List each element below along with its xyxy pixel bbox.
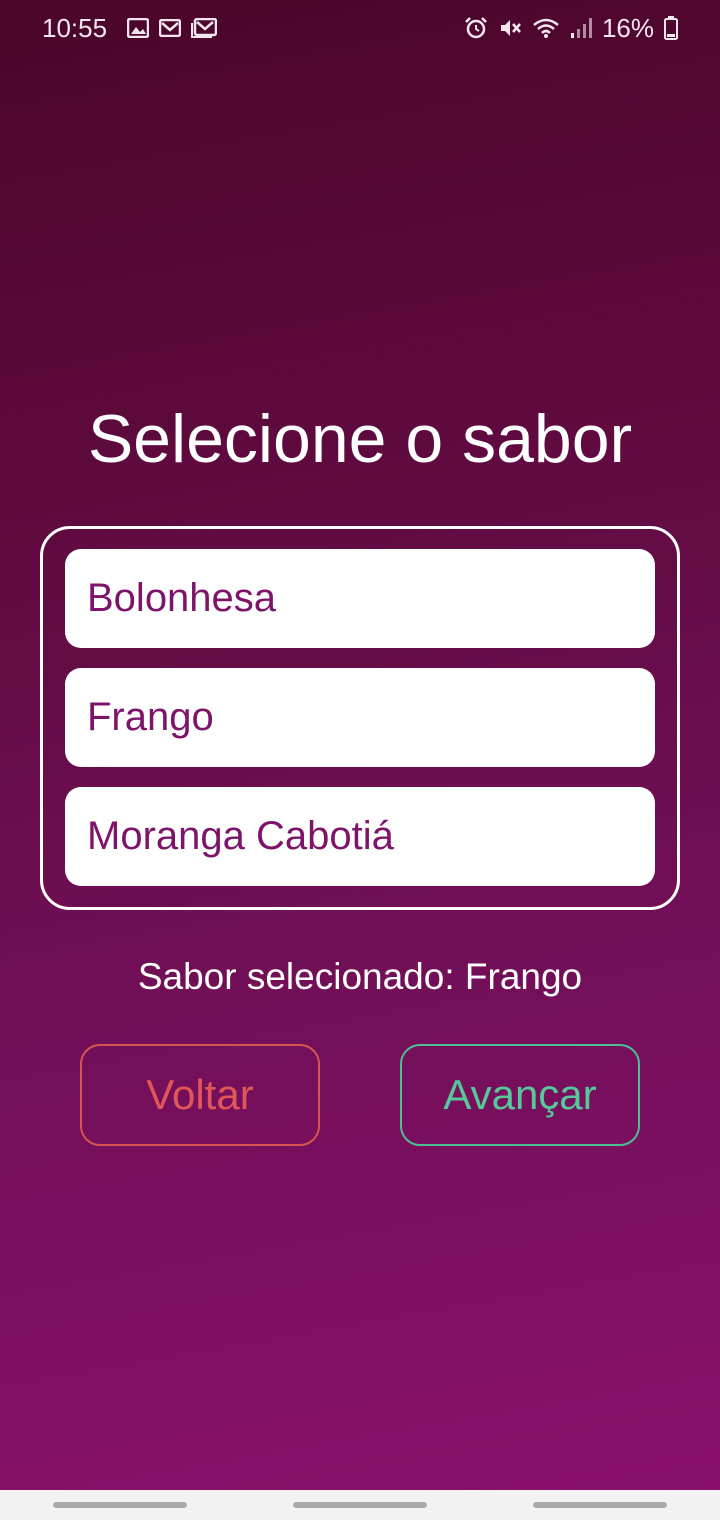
status-right: 16% <box>464 13 678 44</box>
back-button[interactable]: Voltar <box>80 1044 320 1146</box>
nav-back-button[interactable] <box>533 1502 667 1508</box>
battery-percent: 16% <box>601 12 654 43</box>
selected-flavor-label: Sabor selecionado: Frango <box>137 956 583 997</box>
alarm-icon <box>464 16 488 40</box>
page-title: Selecione o sabor <box>87 401 633 477</box>
signal-icon <box>570 17 592 39</box>
status-bar: 10:55 16% <box>0 0 720 56</box>
wifi-icon <box>532 17 560 39</box>
gmail-icon <box>191 18 218 38</box>
nav-recents-button[interactable] <box>53 1502 187 1508</box>
next-button[interactable]: Avançar <box>400 1044 640 1146</box>
status-left: 10:55 <box>42 12 218 44</box>
battery-icon <box>664 16 678 40</box>
option-frango[interactable]: Frango <box>65 668 655 767</box>
nav-home-button[interactable] <box>293 1502 427 1508</box>
image-icon <box>127 18 150 38</box>
mute-icon <box>498 16 522 40</box>
option-bolonhesa[interactable]: Bolonhesa <box>65 549 655 648</box>
option-moranga-cabotia[interactable]: Moranga Cabotiá <box>65 787 655 886</box>
status-time: 10:55 <box>42 12 108 43</box>
system-nav-bar <box>0 1490 720 1520</box>
flavor-options-list: Bolonhesa Frango Moranga Cabotiá <box>40 526 680 910</box>
gmail-icon <box>159 19 182 37</box>
